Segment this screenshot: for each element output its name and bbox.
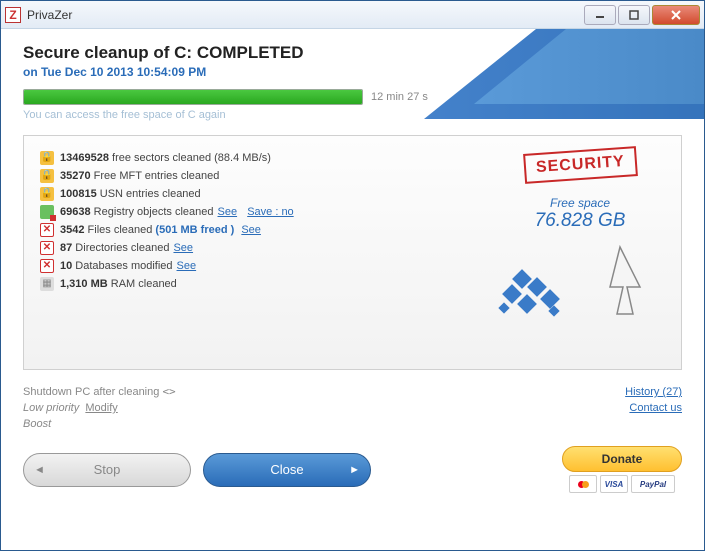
result-line: ✕ 10 Databases modified See — [40, 258, 495, 274]
chevron-left-icon: ◄ — [34, 464, 45, 476]
boost-option[interactable]: Boost — [23, 416, 176, 432]
contact-link[interactable]: Contact us — [629, 402, 682, 414]
results-panel: 🔒 13469528 free sectors cleaned (88.4 MB/… — [23, 135, 682, 370]
result-text: free sectors cleaned (88.4 MB/s) — [109, 152, 271, 164]
freespace-value: 76.828 GB — [495, 210, 665, 232]
result-text: Free MFT entries cleaned — [91, 170, 220, 182]
button-row: ◄ Stop Close ► Donate VISA PayPal — [23, 446, 682, 493]
result-line: ▦ 1,310 MB RAM cleaned — [40, 276, 495, 292]
result-number: 87 — [60, 242, 72, 254]
lock-icon: 🔒 — [40, 169, 54, 183]
result-number: 100815 — [60, 188, 97, 200]
result-text: USN entries cleaned — [97, 188, 201, 200]
window-title: PrivaZer — [27, 8, 584, 22]
donate-button[interactable]: Donate — [562, 446, 682, 472]
minimize-button[interactable] — [584, 5, 616, 25]
see-link[interactable]: See — [218, 206, 238, 218]
result-text: Registry objects cleaned — [91, 206, 214, 218]
x-icon: ✕ — [40, 259, 54, 273]
result-text: Databases modified — [72, 260, 172, 272]
x-icon: ✕ — [40, 241, 54, 255]
result-number: 69638 — [60, 206, 91, 218]
result-text: Directories cleaned — [72, 242, 169, 254]
see-link[interactable]: See — [177, 260, 197, 272]
close-button-label: Close — [270, 462, 303, 477]
see-link[interactable]: See — [241, 224, 261, 236]
app-icon: Z — [5, 7, 21, 23]
result-number: 13469528 — [60, 152, 109, 164]
modify-link[interactable]: Modify — [85, 402, 117, 414]
page-subtitle: on Tue Dec 10 2013 10:54:09 PM — [23, 65, 682, 79]
results-list: 🔒 13469528 free sectors cleaned (88.4 MB/… — [40, 150, 495, 355]
freespace-label: Free space — [495, 196, 665, 210]
result-text: Files cleaned — [84, 224, 155, 236]
stop-button[interactable]: ◄ Stop — [23, 453, 191, 487]
shutdown-option[interactable]: Shutdown PC after cleaning — [23, 386, 159, 398]
shutdown-arrows-icon[interactable]: <> — [162, 385, 175, 398]
lock-icon: 🔒 — [40, 187, 54, 201]
cursor-arrow-icon — [585, 242, 655, 327]
x-icon: ✕ — [40, 223, 54, 237]
progress-bar — [23, 89, 363, 105]
chevron-right-icon: ► — [349, 464, 360, 476]
reg-icon — [40, 205, 54, 219]
result-text: RAM cleaned — [108, 278, 177, 290]
result-number: 10 — [60, 260, 72, 272]
result-number: 35270 — [60, 170, 91, 182]
security-stamp: SECURITY — [523, 146, 638, 184]
freed-text: (501 MB freed ) — [155, 224, 234, 236]
payment-cards: VISA PayPal — [562, 475, 682, 493]
mastercard-icon — [569, 475, 597, 493]
window-close-button[interactable] — [652, 5, 700, 25]
progress-fill — [24, 90, 362, 104]
close-button[interactable]: Close ► — [203, 453, 371, 487]
result-line: 🔒 100815 USN entries cleaned — [40, 186, 495, 202]
right-panel: SECURITY Free space 76.828 GB — [495, 150, 665, 355]
visa-icon: VISA — [600, 475, 628, 493]
paypal-icon: PayPal — [631, 475, 675, 493]
ram-icon: ▦ — [40, 277, 54, 291]
result-number: 3542 — [60, 224, 84, 236]
page-title: Secure cleanup of C: COMPLETED — [23, 43, 682, 63]
lock-icon: 🔒 — [40, 151, 54, 165]
donate-block: Donate VISA PayPal — [562, 446, 682, 493]
app-window: Z PrivaZer Secure cleanup of C: COMPLETE… — [0, 0, 705, 551]
result-line: 🔒 13469528 free sectors cleaned (88.4 MB/… — [40, 150, 495, 166]
result-line: 69638 Registry objects cleaned See Save :… — [40, 204, 495, 220]
content-area: Secure cleanup of C: COMPLETED on Tue De… — [1, 29, 704, 550]
cubes-icon — [495, 262, 575, 322]
history-link[interactable]: History (27) — [625, 386, 682, 398]
result-line: ✕ 3542 Files cleaned (501 MB freed ) See — [40, 222, 495, 238]
low-priority-label: Low priority — [23, 402, 79, 414]
result-line: 🔒 35270 Free MFT entries cleaned — [40, 168, 495, 184]
options-row: Shutdown PC after cleaning <> Low priori… — [23, 384, 682, 432]
see-link[interactable]: See — [173, 242, 193, 254]
titlebar[interactable]: Z PrivaZer — [1, 1, 704, 29]
maximize-button[interactable] — [618, 5, 650, 25]
elapsed-time: 12 min 27 s — [371, 91, 428, 103]
result-line: ✕ 87 Directories cleaned See — [40, 240, 495, 256]
stop-button-label: Stop — [94, 462, 121, 477]
result-number: 1,310 MB — [60, 278, 108, 290]
decorative-graphic — [495, 242, 665, 332]
save-link[interactable]: Save : no — [247, 206, 293, 218]
